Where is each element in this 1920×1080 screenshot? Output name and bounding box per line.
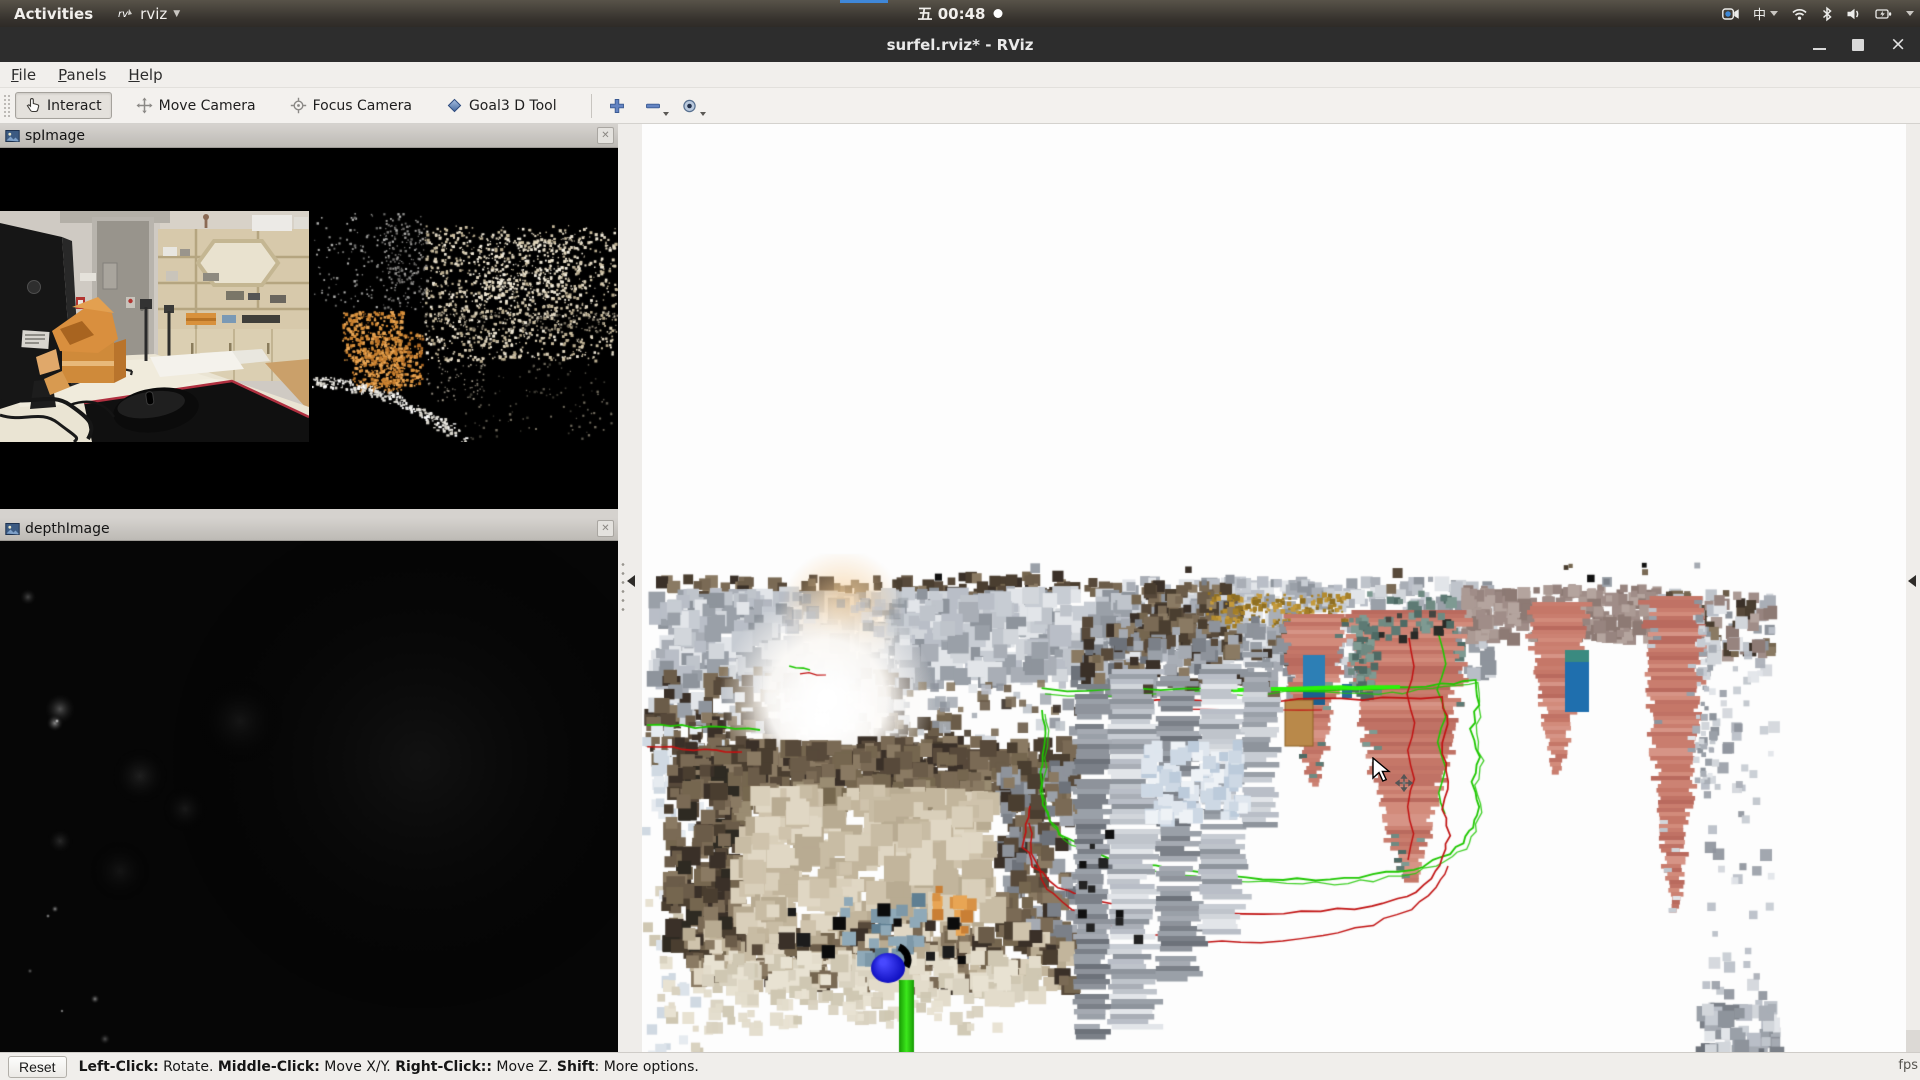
remove-tool-button[interactable] (638, 94, 668, 118)
panel-title: spImage (25, 128, 85, 144)
status-help-text: Left-Click: Rotate. Middle-Click: Move X… (79, 1059, 699, 1075)
camera-rgb-image (0, 211, 309, 442)
left-splitter[interactable] (618, 124, 642, 1052)
close-button[interactable]: × (1890, 35, 1906, 54)
tool-label: Interact (47, 98, 102, 114)
window-title-bar[interactable]: surfel.rviz* - RViz × (0, 27, 1920, 62)
panel-header-spimage[interactable]: spImage ✕ (0, 124, 618, 148)
app-menu-rviz[interactable]: rv rviz ▼ (107, 5, 190, 23)
svg-text:rv: rv (118, 9, 129, 20)
panel-close-button[interactable]: ✕ (597, 520, 614, 537)
panel-close-button[interactable]: ✕ (597, 127, 614, 144)
top-accent-strip (840, 0, 888, 3)
status-bar: Reset Left-Click: Rotate. Middle-Click: … (0, 1052, 1920, 1080)
surfel-scene-canvas[interactable] (642, 124, 1906, 1052)
clock-label: 五 00:48 (918, 3, 986, 24)
collapse-right-icon[interactable] (1908, 575, 1916, 587)
panel-header-depthimage[interactable]: depthImage ✕ (0, 517, 618, 541)
tool-move-camera[interactable]: Move Camera (126, 92, 266, 119)
right-splitter[interactable] (1906, 124, 1920, 1052)
chevron-down-icon[interactable] (1906, 11, 1914, 16)
system-tray[interactable]: 中 (1722, 0, 1914, 27)
toolbar-grip[interactable] (3, 94, 11, 118)
media-indicator-dot (993, 9, 1002, 18)
battery-charging-icon[interactable] (1875, 6, 1893, 22)
image-icon (5, 129, 20, 143)
minimize-button[interactable] (1813, 48, 1826, 50)
tool-label: Focus Camera (313, 98, 412, 114)
screen-record-icon[interactable] (1722, 6, 1740, 22)
window-title: surfel.rviz* - RViz (0, 27, 1920, 62)
3d-viewport[interactable] (642, 124, 1906, 1052)
splitter-handle[interactable] (620, 560, 626, 616)
chevron-down-icon: ▼ (173, 9, 180, 19)
reset-button[interactable]: Reset (8, 1056, 67, 1078)
rviz-app-icon: rv (117, 6, 134, 21)
activities-button[interactable]: Activities (0, 5, 107, 23)
wifi-icon[interactable] (1791, 6, 1808, 21)
interact-hand-icon (25, 97, 41, 114)
tool-label: Goal3 D Tool (469, 98, 557, 114)
plus-icon (609, 98, 625, 114)
spimage-panel-body (0, 148, 618, 509)
splitter-end-block (1906, 1030, 1920, 1052)
input-method-label: 中 (1753, 4, 1766, 23)
menu-bar: File Panels Help (0, 62, 1920, 88)
screen: Activities rv rviz ▼ 五 00:48 中 (0, 0, 1920, 1080)
add-tool-button[interactable] (602, 94, 632, 118)
tool-focus-camera[interactable]: Focus Camera (280, 92, 422, 119)
depthimage-panel-body (0, 541, 618, 1052)
toolbar-separator (591, 94, 592, 118)
gnome-top-bar: Activities rv rviz ▼ 五 00:48 中 (0, 0, 1920, 27)
image-icon (5, 522, 20, 536)
minus-icon (645, 98, 661, 114)
panel-title: depthImage (25, 521, 110, 537)
clock[interactable]: 五 00:48 (918, 0, 1003, 27)
goal-diamond-icon (446, 97, 463, 114)
input-method-indicator[interactable]: 中 (1753, 4, 1778, 23)
tool-properties-button[interactable] (674, 94, 705, 118)
move-camera-icon (136, 97, 153, 114)
eye-icon (681, 98, 698, 114)
menu-help[interactable]: Help (117, 66, 173, 84)
panel-splitter[interactable] (0, 509, 618, 517)
volume-icon[interactable] (1846, 6, 1862, 22)
menu-file[interactable]: File (0, 66, 47, 84)
chevron-down-icon (663, 112, 669, 116)
chevron-down-icon (700, 112, 706, 116)
camera-surfel-image (312, 211, 618, 442)
mouse-cursor (1372, 757, 1414, 797)
bluetooth-icon[interactable] (1821, 6, 1833, 22)
app-menu-label: rviz (140, 5, 167, 23)
tool-label: Move Camera (159, 98, 256, 114)
tool-interact[interactable]: Interact (15, 92, 112, 119)
focus-camera-icon (290, 97, 307, 114)
maximize-button[interactable] (1852, 39, 1864, 51)
menu-panels[interactable]: Panels (47, 66, 117, 84)
tool-goal-3d[interactable]: Goal3 D Tool (436, 92, 567, 119)
move-cursor-icon (1396, 775, 1412, 791)
chevron-down-icon (1770, 11, 1778, 16)
fps-counter: fps (1898, 1058, 1918, 1073)
collapse-left-icon[interactable] (627, 575, 635, 587)
depth-image (0, 541, 618, 1052)
rviz-toolbar: Interact Move Camera Focus Camera (0, 88, 1920, 124)
